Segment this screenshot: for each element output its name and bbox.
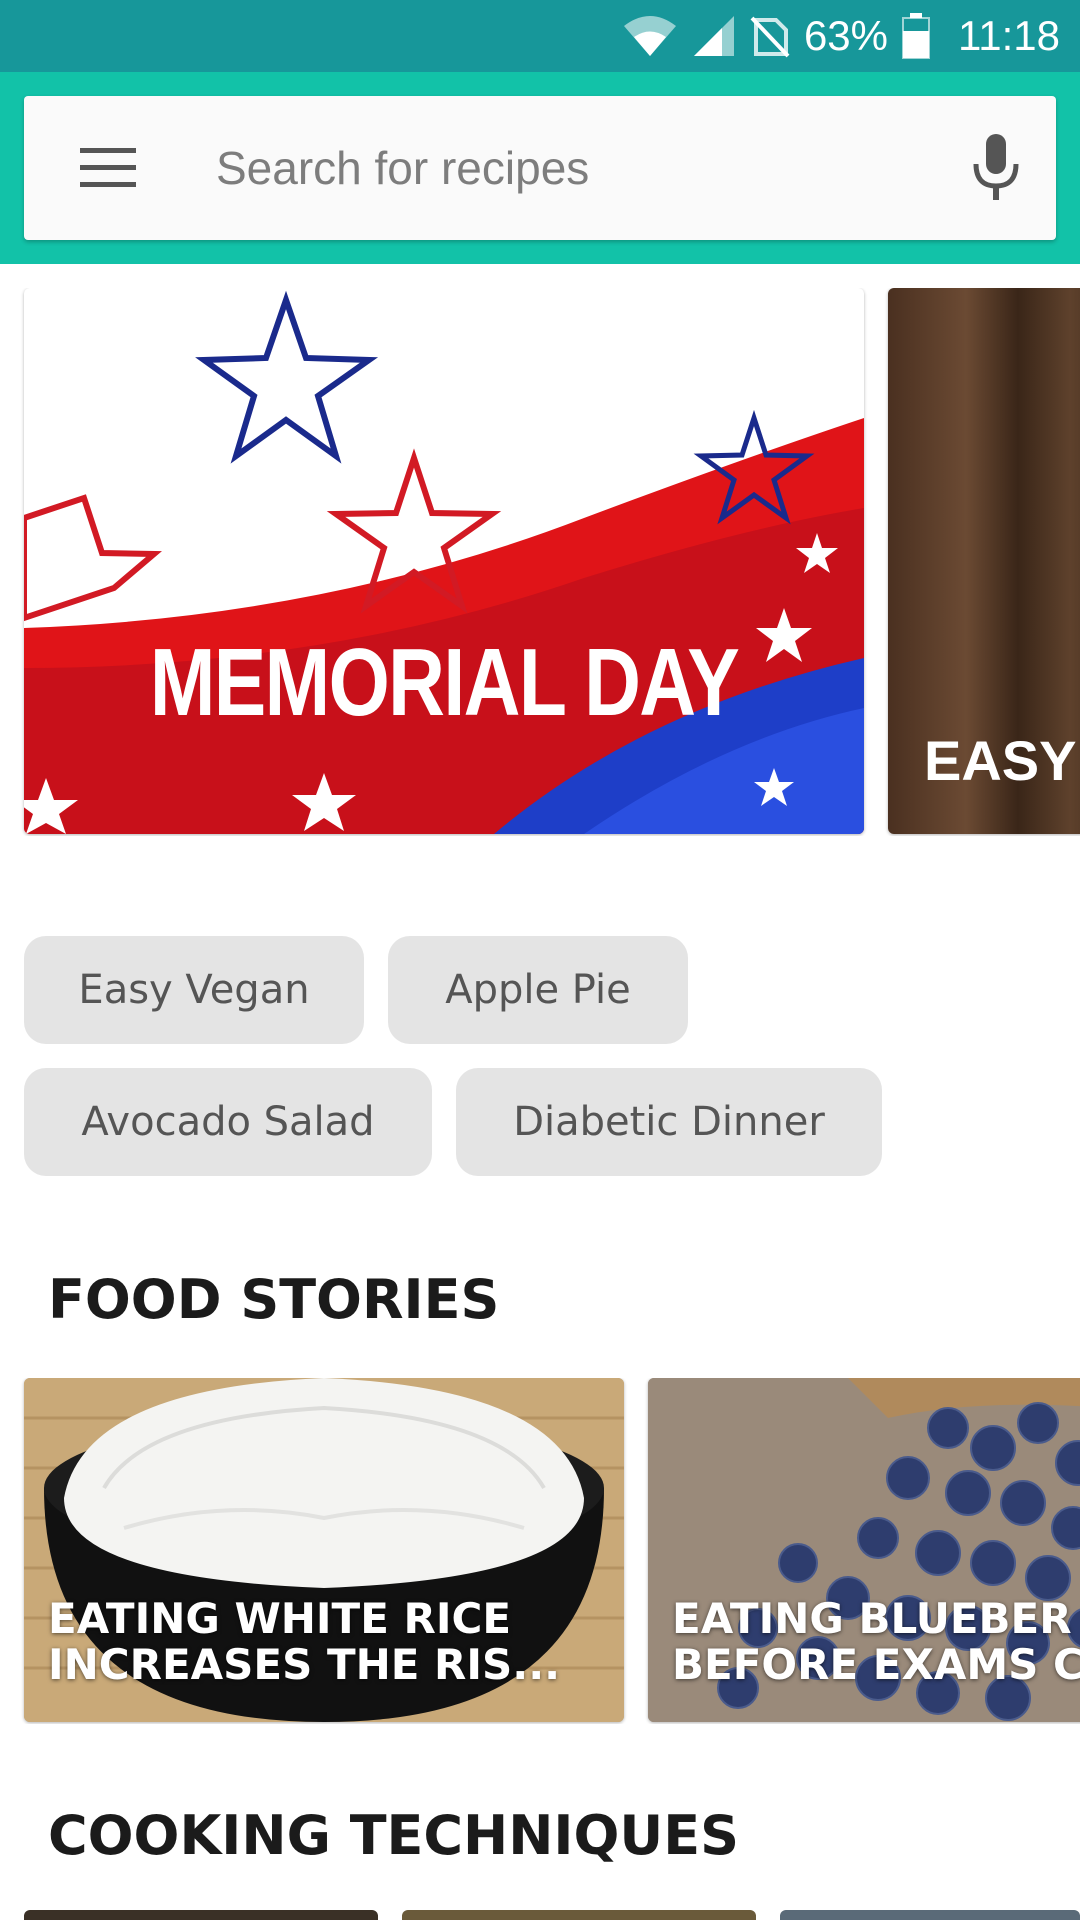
signal-icon (693, 16, 734, 56)
status-bar: 63% 11:18 (0, 0, 1080, 72)
chip-avocado-salad[interactable]: Avocado Salad (24, 1068, 432, 1176)
story-card[interactable]: EATING WHITE RICE INCREASES THE RIS... (24, 1378, 624, 1722)
banner-title: MEMORIAL DAY (149, 629, 740, 736)
food-stories-carousel[interactable]: EATING WHITE RICE INCREASES THE RIS... E… (0, 1378, 1080, 1724)
chip-apple-pie[interactable]: Apple Pie (388, 936, 688, 1044)
technique-card[interactable] (780, 1910, 1080, 1920)
no-sim-icon (750, 16, 790, 58)
featured-banner-memorial-day[interactable]: MEMORIAL DAY (24, 288, 864, 834)
chip-diabetic-dinner[interactable]: Diabetic Dinner (456, 1068, 882, 1176)
search-box[interactable] (24, 96, 1056, 240)
story-card[interactable]: EATING BLUEBER BEFORE EXAMS C (648, 1378, 1080, 1722)
cooking-techniques-carousel[interactable] (0, 1910, 1080, 1920)
technique-card[interactable] (24, 1910, 378, 1920)
featured-carousel[interactable]: MEMORIAL DAY EASY (0, 288, 1080, 836)
chip-easy-vegan[interactable]: Easy Vegan (24, 936, 364, 1044)
menu-icon[interactable] (80, 144, 140, 192)
story-caption-line: EATING WHITE RICE (48, 1594, 512, 1643)
battery-percent: 63% (803, 12, 888, 59)
wifi-icon (623, 16, 676, 56)
section-title-food-stories: FOOD STORIES (48, 1268, 500, 1331)
story-caption: EATING BLUEBER BEFORE EXAMS C (672, 1596, 1080, 1688)
story-caption-line: BEFORE EXAMS C (672, 1640, 1080, 1689)
app-bar (0, 72, 1080, 264)
flag-artwork (24, 290, 864, 834)
section-title-cooking-techniques: COOKING TECHNIQUES (48, 1804, 740, 1867)
featured-banner-easy[interactable]: EASY (888, 288, 1080, 834)
battery-icon (902, 13, 930, 59)
search-input[interactable] (216, 132, 916, 204)
technique-card[interactable] (402, 1910, 756, 1920)
banner-title: EASY (924, 729, 1077, 792)
story-caption-line: INCREASES THE RIS... (48, 1640, 561, 1689)
mic-icon[interactable] (968, 132, 1024, 204)
story-caption: EATING WHITE RICE INCREASES THE RIS... (48, 1596, 560, 1688)
clock: 11:18 (958, 12, 1060, 59)
story-caption-line: EATING BLUEBER (672, 1594, 1072, 1643)
